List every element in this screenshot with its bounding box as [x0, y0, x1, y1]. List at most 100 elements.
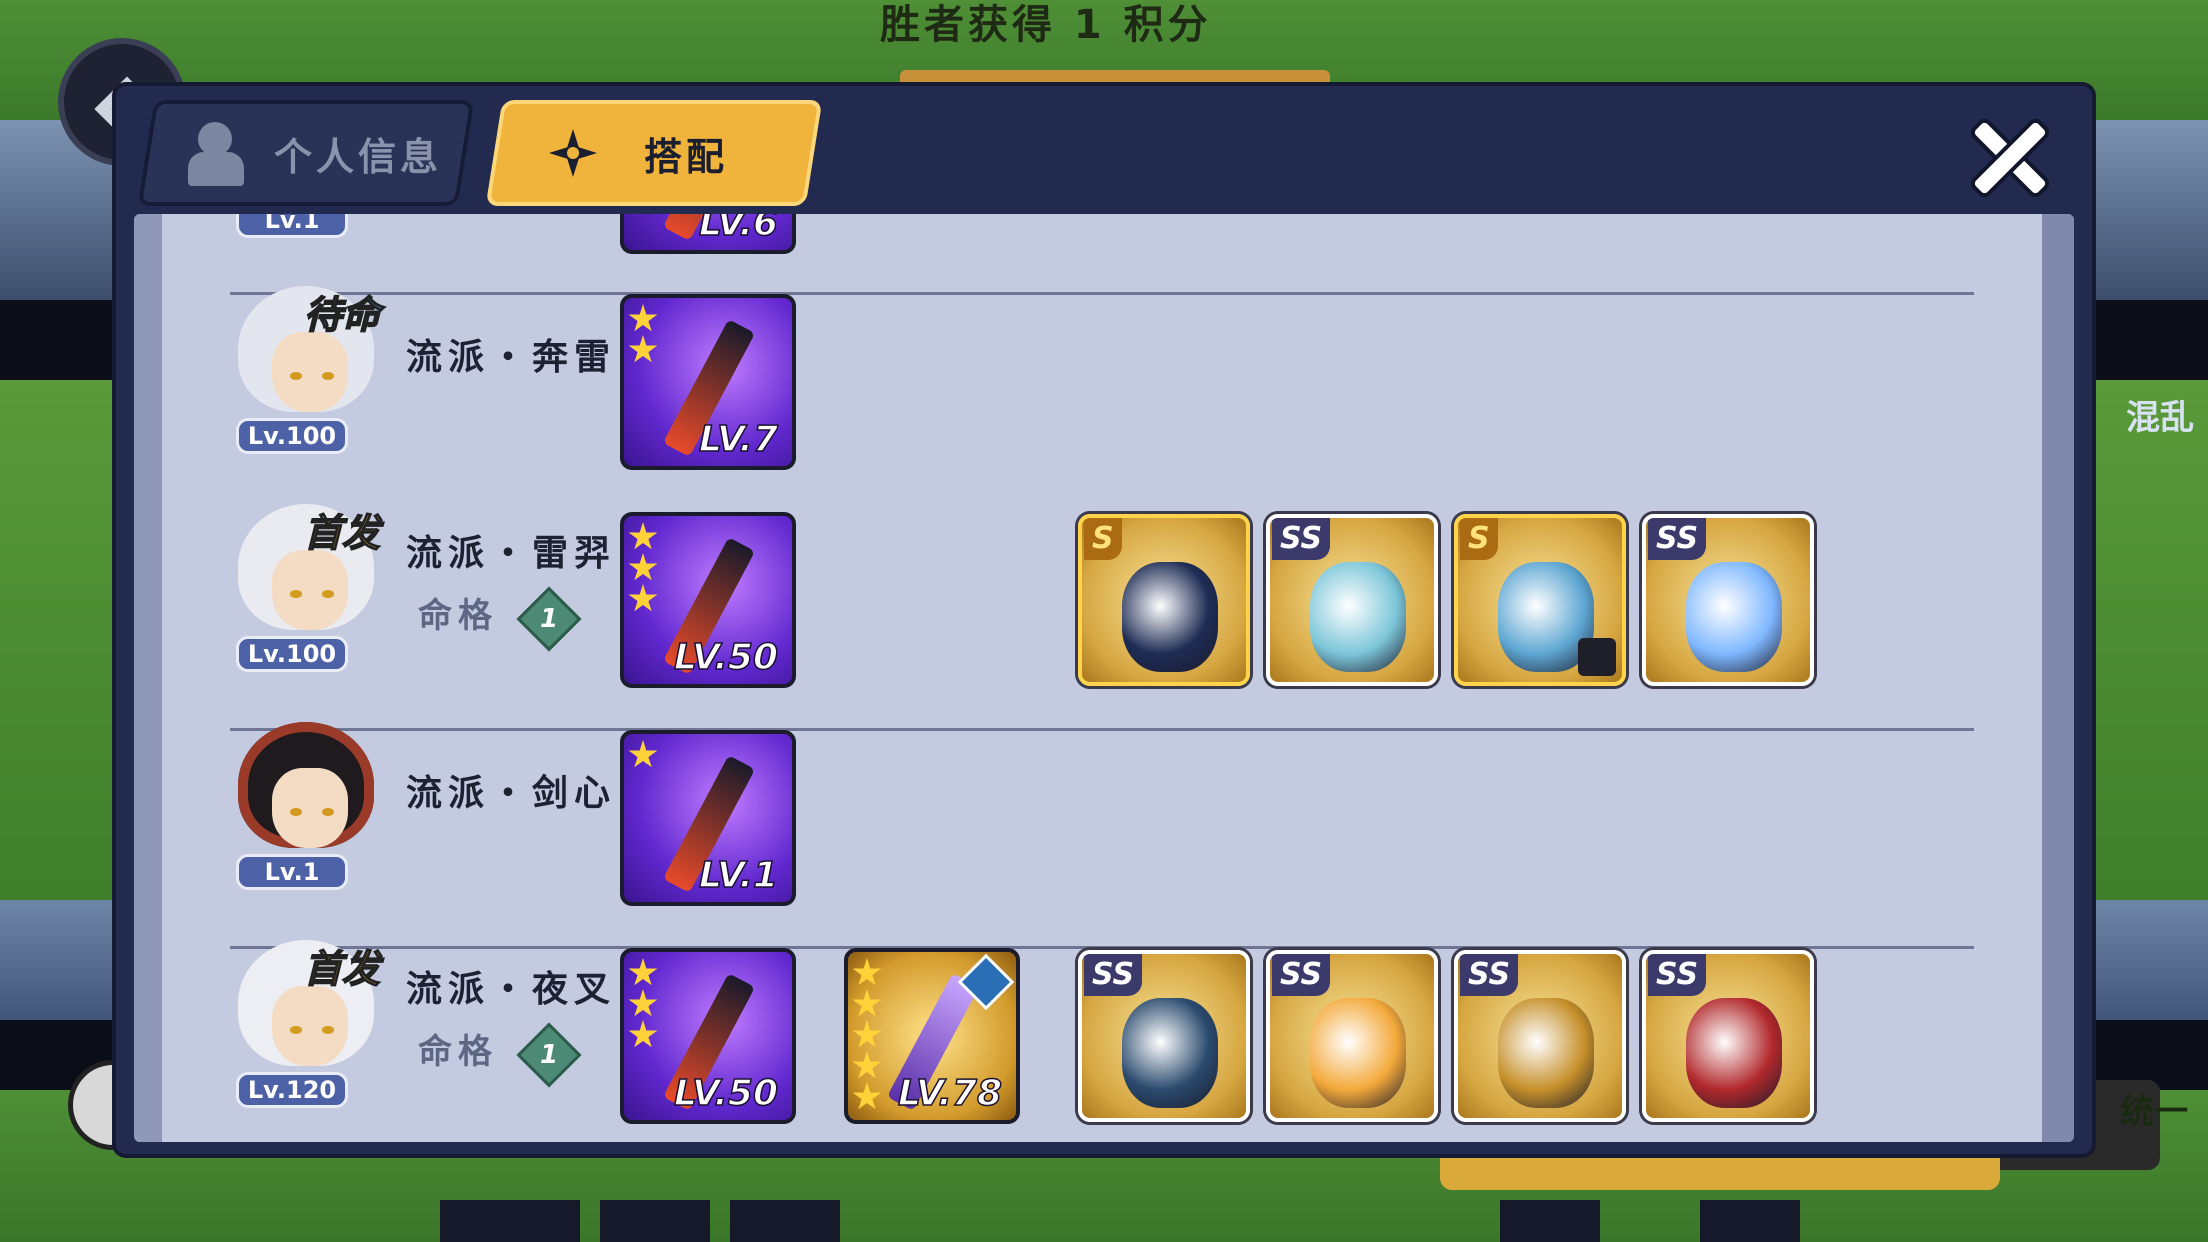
hero-avatar[interactable]: 首发 — [228, 934, 384, 1090]
rank-badge: SS — [1460, 954, 1519, 996]
rank-badge: SS — [1648, 954, 1707, 996]
weapon-level: LV.78 — [897, 1072, 1003, 1115]
golden-scroll-treasure[interactable]: SS — [1454, 950, 1626, 1122]
hero-level-badge: Lv.120 — [236, 1072, 348, 1108]
build-name: 流派・夜叉 — [406, 969, 617, 1010]
star-icon — [628, 584, 658, 612]
hero-build-row: 待命 Lv.100 流派・奔雷 LV.7 — [134, 272, 2074, 488]
hero-build-row: 首发 Lv.100 流派・雷羿 命格 1 LV.50 S SS S SS — [134, 490, 2074, 706]
hero-avatar[interactable]: 首发 — [228, 498, 384, 654]
star-icon — [852, 1082, 882, 1110]
weapon-card[interactable]: LV.6 — [620, 214, 796, 254]
hero-build-row: Lv.1 流派・剑心 LV.1 — [134, 708, 2074, 924]
weapon-level: LV.50 — [673, 1072, 779, 1115]
tab-build[interactable]: 搭配 — [485, 100, 823, 206]
star-icon — [852, 1020, 882, 1048]
hero-eye — [290, 372, 302, 380]
golden-orb-treasure[interactable]: SS — [1266, 950, 1438, 1122]
weapon-stars — [852, 958, 882, 1112]
hero-eye — [322, 590, 334, 598]
hero-level-badge: Lv.100 — [236, 418, 348, 454]
build-name: 流派・奔雷 — [406, 337, 617, 378]
background-side-text: 混乱 — [2126, 398, 2194, 438]
rank-badge: SS — [1272, 518, 1331, 560]
rank-badge: S — [1460, 518, 1498, 560]
star-icon — [628, 553, 658, 581]
weapon-card[interactable]: LV.50 — [620, 948, 796, 1124]
background-block — [730, 1200, 840, 1242]
hero-face — [272, 550, 348, 630]
person-card-icon — [184, 118, 254, 188]
hero-eye — [290, 590, 302, 598]
dark-cloak-treasure[interactable]: S — [1078, 514, 1250, 686]
background-block — [1700, 1200, 1800, 1242]
background-title: 胜者获得 1 积分 — [880, 2, 1212, 48]
hero-avatar[interactable]: 待命 — [228, 280, 384, 436]
star-icon — [852, 989, 882, 1017]
weapon-card[interactable]: LV.78 — [844, 948, 1020, 1124]
ice-crystal-treasure[interactable]: SS — [1642, 514, 1814, 686]
star-icon — [628, 522, 658, 550]
hero-eye — [322, 372, 334, 380]
build-list-panel[interactable]: Lv.1 LV.6 待命 Lv.100 流派・奔雷 LV.7 首发 Lv.100 流派・雷羿 命格… — [134, 214, 2074, 1142]
rank-badge: SS — [1648, 518, 1707, 560]
shirt-icon — [1578, 638, 1616, 676]
golden-hourglass-treasure[interactable]: SS — [1266, 514, 1438, 686]
weapon-card[interactable]: LV.7 — [620, 294, 796, 470]
hero-avatar[interactable] — [228, 716, 384, 872]
hero-level-badge: Lv.100 — [236, 636, 348, 672]
background-side-text-bottom: 统一 — [2120, 1092, 2188, 1132]
star-icon — [628, 335, 658, 363]
weapon-card[interactable]: LV.1 — [620, 730, 796, 906]
tab-profile[interactable]: 个人信息 — [137, 100, 475, 206]
rank-badge: SS — [1084, 954, 1143, 996]
starter-tag: 首发 — [303, 510, 381, 556]
hero-eye — [290, 808, 302, 816]
demon-mask-art — [1686, 998, 1782, 1108]
background-block — [1500, 1200, 1600, 1242]
spirit-fist-treasure[interactable]: SS — [1078, 950, 1250, 1122]
hero-build-row: 首发 Lv.120 流派・夜叉命格 1 LV.50 LV.78 SS SS SS SS — [134, 926, 2074, 1142]
fate-value: 1 — [539, 1040, 559, 1070]
spirit-fist-art — [1122, 998, 1218, 1108]
hero-build-row: Lv.1 LV.6 — [134, 214, 2074, 272]
four-point-star-icon — [538, 118, 608, 188]
weapon-stars — [628, 522, 658, 614]
star-icon — [628, 989, 658, 1017]
hero-face — [272, 332, 348, 412]
background-block — [440, 1200, 580, 1242]
background-block — [600, 1200, 710, 1242]
hero-face — [272, 768, 348, 848]
golden-hourglass-art — [1310, 562, 1406, 672]
hero-level-badge: Lv.1 — [236, 214, 348, 238]
weapon-stars — [628, 304, 658, 365]
star-icon — [628, 1020, 658, 1048]
fate-value: 1 — [539, 604, 559, 634]
golden-scroll-art — [1498, 998, 1594, 1108]
build-name: 流派・剑心 — [406, 773, 617, 814]
ice-crystal-art — [1686, 562, 1782, 672]
close-button[interactable] — [1958, 112, 2058, 202]
hero-eye — [322, 808, 334, 816]
star-icon — [628, 304, 658, 332]
hero-eye — [322, 1026, 334, 1034]
tab-build-label: 搭配 — [644, 134, 729, 179]
rank-badge: S — [1084, 518, 1122, 560]
ornate-hourglass-treasure[interactable]: S — [1454, 514, 1626, 686]
weapon-stars — [628, 740, 658, 770]
star-icon — [852, 958, 882, 986]
dark-cloak-art — [1122, 562, 1218, 672]
hero-face — [272, 986, 348, 1066]
tab-profile-label: 个人信息 — [274, 134, 443, 179]
hero-eye — [290, 1026, 302, 1034]
weapon-card[interactable]: LV.50 — [620, 512, 796, 688]
weapon-level: LV.50 — [673, 636, 779, 679]
star-icon — [852, 1051, 882, 1079]
starter-tag: 首发 — [303, 946, 381, 992]
standby-tag: 待命 — [303, 292, 381, 338]
demon-mask-treasure[interactable]: SS — [1642, 950, 1814, 1122]
weapon-stars — [628, 958, 658, 1050]
star-icon — [628, 958, 658, 986]
fate-label: 命格 — [418, 596, 498, 636]
fate-label: 命格 — [418, 1032, 498, 1072]
